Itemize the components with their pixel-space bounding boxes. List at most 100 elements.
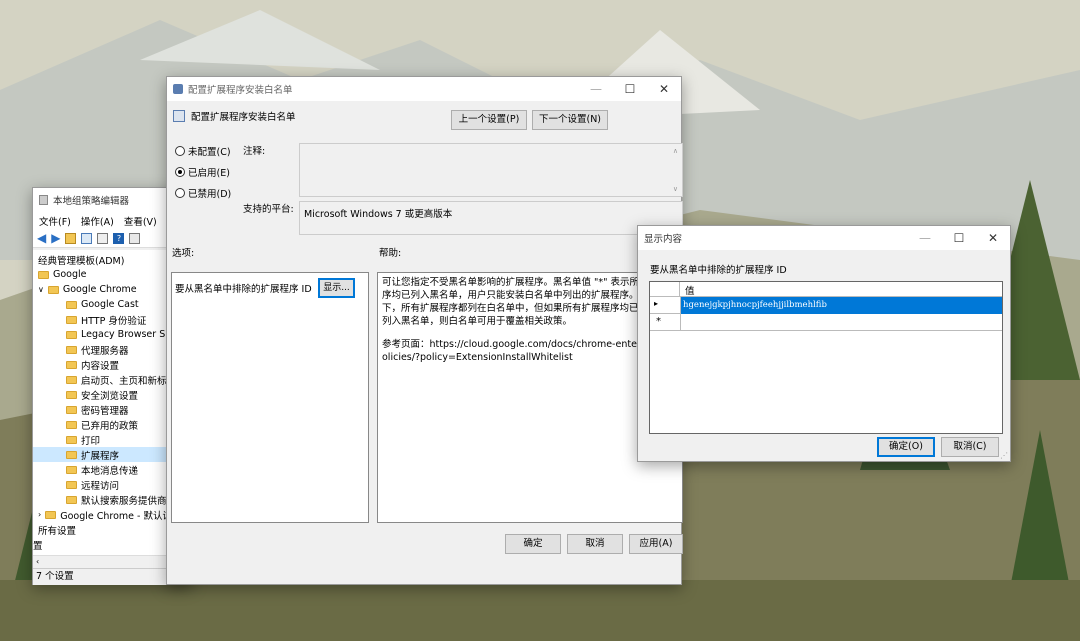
- show-contents-titlebar: 显示内容 — ☐ ✕: [638, 226, 1010, 250]
- comment-textarea[interactable]: ∧ ∨: [299, 143, 683, 197]
- folder-icon: [66, 465, 77, 474]
- close-icon[interactable]: ✕: [647, 82, 681, 96]
- view-icon[interactable]: [129, 232, 141, 244]
- resize-grip-icon[interactable]: ⋰: [1000, 451, 1008, 460]
- grid-row-selected[interactable]: ▸ hgenejgkpjhnocpjfeehjjilbmehlfib: [650, 297, 1002, 314]
- tree-item-native-messaging[interactable]: 本地消息传递: [33, 462, 138, 477]
- tree-item-search-provider[interactable]: 默认搜索服务提供商: [33, 492, 167, 507]
- tree-item-all-settings[interactable]: 所有设置: [33, 522, 76, 537]
- tree-item-chrome-default[interactable]: › Google Chrome - 默认设: [33, 507, 172, 522]
- menu-view[interactable]: 查看(V): [124, 214, 157, 228]
- folder-icon: [66, 420, 77, 429]
- back-arrow-icon[interactable]: ◀: [37, 231, 46, 245]
- tree-item-google-chrome[interactable]: ∨ Google Chrome: [33, 282, 137, 297]
- tree-item-startup[interactable]: 启动页、主页和新标签: [33, 372, 176, 387]
- gpedit-app-icon: [39, 195, 48, 205]
- show-contents-controls: — ☐ ✕: [908, 231, 1010, 245]
- grid-column-header-value[interactable]: 值: [685, 283, 695, 297]
- tree-item-deprecated[interactable]: 已弃用的政策: [33, 417, 138, 432]
- radio-circle-icon: [175, 188, 185, 198]
- show-contents-title: 显示内容: [644, 234, 683, 245]
- export-list-icon[interactable]: [97, 232, 109, 244]
- tree-item-password[interactable]: 密码管理器: [33, 402, 129, 417]
- grid-corner-cell: [650, 282, 680, 297]
- folder-icon: [66, 480, 77, 489]
- help-icon[interactable]: ?: [113, 232, 125, 244]
- up-folder-icon[interactable]: [65, 232, 77, 244]
- folder-icon: [66, 345, 77, 354]
- scroll-up-icon[interactable]: ∧: [673, 147, 678, 155]
- radio-enabled[interactable]: 已启用(E): [175, 165, 230, 179]
- tree-item-settings-partial[interactable]: 置: [33, 537, 43, 552]
- radio-circle-icon: [175, 146, 185, 156]
- policy-heading: 配置扩展程序安装白名单: [191, 112, 296, 123]
- prev-setting-button[interactable]: 上一个设置(P): [451, 110, 527, 130]
- show-button[interactable]: 显示...: [318, 278, 355, 298]
- show-contents-dialog: 显示内容 — ☐ ✕ 要从黑名单中排除的扩展程序 ID 值 ▸ hgenejgk…: [637, 225, 1011, 462]
- policy-title: 配置扩展程序安装白名单: [188, 85, 293, 96]
- policy-app-icon: [173, 84, 183, 94]
- dialog-ok-button[interactable]: 确定(O): [877, 437, 935, 457]
- apply-button[interactable]: 应用(A): [629, 534, 683, 554]
- radio-unconfigured[interactable]: 未配置(C): [175, 144, 231, 158]
- options-label: 选项:: [172, 248, 195, 259]
- tree-item-legacy-browser[interactable]: Legacy Browser Sup: [33, 327, 177, 342]
- chevron-down-icon[interactable]: ∨: [38, 285, 44, 294]
- tree-item-remote-access[interactable]: 远程访问: [33, 477, 119, 492]
- maximize-icon[interactable]: ☐: [613, 82, 647, 96]
- help-text-description: 可让您指定不受黑名单影响的扩展程序。黑名单值 "*" 表示所有扩展程序均已列入黑…: [382, 277, 678, 327]
- folder-icon: [66, 495, 77, 504]
- radio-disabled[interactable]: 已禁用(D): [175, 186, 231, 200]
- policy-window-controls: — ☐ ✕: [579, 82, 681, 96]
- help-label: 帮助:: [379, 248, 402, 259]
- grid-row-new[interactable]: *: [650, 314, 1002, 331]
- dialog-cancel-button[interactable]: 取消(C): [941, 437, 999, 457]
- tree-item-http-auth[interactable]: HTTP 身份验证: [33, 312, 146, 327]
- grid-header-row: 值: [650, 282, 1002, 297]
- forward-arrow-icon[interactable]: ▶: [51, 231, 60, 245]
- next-setting-button[interactable]: 下一个设置(N): [532, 110, 608, 130]
- option-extension-id-label: 要从黑名单中排除的扩展程序 ID: [175, 284, 312, 295]
- tree-item-content[interactable]: 内容设置: [33, 357, 119, 372]
- platform-value: Microsoft Windows 7 或更高版本: [304, 209, 453, 220]
- new-row-marker: *: [656, 316, 661, 327]
- minimize-icon[interactable]: —: [579, 82, 613, 96]
- scroll-down-icon[interactable]: ∨: [673, 185, 678, 193]
- comment-label: 注释:: [243, 146, 266, 157]
- menu-file[interactable]: 文件(F): [39, 214, 71, 228]
- minimize-icon[interactable]: —: [908, 231, 942, 245]
- folder-icon: [45, 510, 57, 519]
- folder-icon: [66, 315, 77, 324]
- show-hide-tree-icon[interactable]: [81, 232, 93, 244]
- row-pointer-icon: ▸: [654, 299, 659, 308]
- chevron-right-icon[interactable]: ›: [38, 510, 41, 519]
- gpedit-title: 本地组策略编辑器: [53, 196, 130, 207]
- radio-selected-icon: [175, 167, 185, 177]
- tree-item-proxy[interactable]: 代理服务器: [33, 342, 129, 357]
- folder-icon: [66, 360, 77, 369]
- tree-item-safe-browsing[interactable]: 安全浏览设置: [33, 387, 138, 402]
- tree-item-google-cast[interactable]: Google Cast: [33, 297, 139, 312]
- folder-icon: [66, 405, 77, 414]
- folder-icon: [38, 270, 49, 279]
- platform-label: 支持的平台:: [243, 204, 294, 215]
- folder-icon: [66, 450, 77, 459]
- tree-item-extensions[interactable]: 扩展程序: [33, 447, 173, 462]
- show-contents-label: 要从黑名单中排除的扩展程序 ID: [650, 265, 787, 276]
- policy-window: 配置扩展程序安装白名单 — ☐ ✕ 配置扩展程序安装白名单 上一个设置(P) 下…: [166, 76, 683, 585]
- row-value-cell[interactable]: hgenejgkpjhnocpjfeehjjilbmehlfib: [681, 297, 1002, 314]
- folder-icon: [47, 285, 59, 294]
- tree-item-print[interactable]: 打印: [33, 432, 100, 447]
- policy-titlebar: 配置扩展程序安装白名单 — ☐ ✕: [167, 77, 681, 101]
- policy-heading-icon: [173, 110, 185, 122]
- tree-item-google[interactable]: Google: [33, 267, 87, 282]
- close-icon[interactable]: ✕: [976, 231, 1010, 245]
- folder-icon: [66, 390, 77, 399]
- help-text-reference: 参考页面：https://cloud.google.com/docs/chrom…: [382, 339, 674, 363]
- ok-button[interactable]: 确定: [505, 534, 561, 554]
- folder-icon: [66, 375, 77, 384]
- maximize-icon[interactable]: ☐: [942, 231, 976, 245]
- menu-action[interactable]: 操作(A): [81, 214, 114, 228]
- cancel-button[interactable]: 取消: [567, 534, 623, 554]
- tree-item-adm[interactable]: 经典管理模板(ADM): [33, 252, 124, 267]
